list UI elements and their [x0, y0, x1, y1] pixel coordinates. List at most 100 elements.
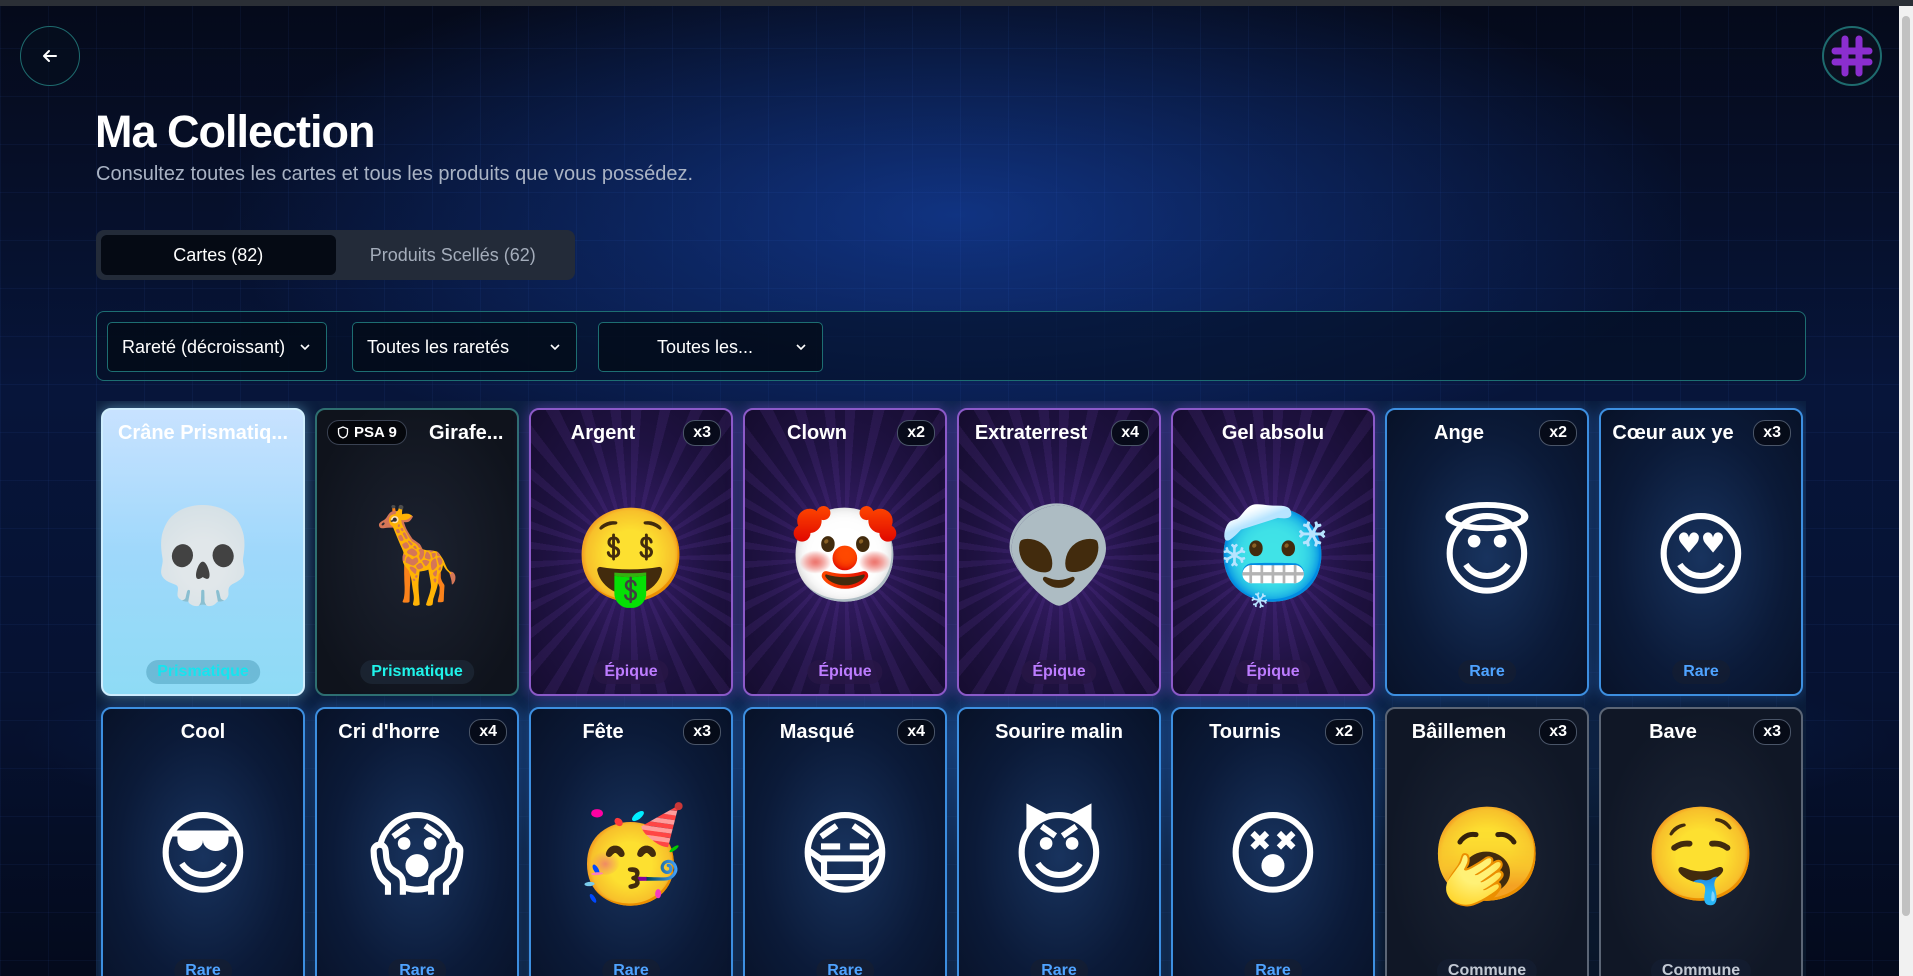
card-name: Gel absolu [1221, 422, 1325, 444]
card-item[interactable]: Argent x3 🤑 Épique [529, 408, 733, 696]
card-emoji-image: 😍 [1653, 505, 1749, 607]
card-name: Girafe... [429, 422, 504, 444]
rarity-badge: Prismatique [146, 660, 260, 684]
page-subtitle: Consultez toutes les cartes et tous les … [96, 163, 694, 185]
card-emoji-image: 🤤 [1643, 804, 1759, 906]
page-scrollbar[interactable] [1899, 6, 1913, 976]
card-item[interactable]: Gel absolu 🥶 Épique [1171, 408, 1375, 696]
card-item[interactable]: Ange x2 😇 Rare [1385, 408, 1589, 696]
card-quantity-badge: x3 [683, 420, 721, 446]
card-emoji-image: 😎 [155, 804, 251, 906]
card-emoji-image: 👽 [1001, 505, 1117, 607]
chevron-down-icon [796, 344, 806, 351]
card-emoji-image: 🥱 [1429, 804, 1545, 906]
card-quantity-badge: x2 [1325, 719, 1363, 745]
card-quantity-badge: x2 [897, 420, 935, 446]
card-quantity-badge: x3 [1539, 719, 1577, 745]
card-emoji-image: 😵 [1225, 804, 1321, 906]
card-name: Tournis [1209, 721, 1281, 743]
card-emoji-image: 😱 [369, 804, 465, 906]
psa-grade-label: PSA 9 [354, 424, 397, 441]
card-emoji-image: 😈 [1011, 804, 1107, 906]
card-emoji-image: 💀 [145, 505, 261, 607]
card-name: Cœur aux ye [1612, 422, 1734, 444]
rarity-select[interactable]: Toutes les raretés [352, 322, 577, 372]
page-title: Ma Collection [95, 106, 376, 157]
sort-select-value: Rareté (décroissant) [122, 336, 286, 357]
arrow-left-icon [43, 50, 57, 62]
scrollbar-thumb[interactable] [1902, 16, 1910, 916]
card-emoji-image: 🥶 [1215, 505, 1331, 607]
rarity-badge: Rare [1458, 660, 1516, 684]
chevron-down-icon [300, 344, 310, 351]
card-quantity-badge: x3 [683, 719, 721, 745]
card-name: Extraterrest [974, 422, 1088, 444]
card-quantity-badge: x4 [897, 719, 935, 745]
cards-grid: Crâne Prismatiq... 💀 Prismatique PSA 9 Giraf… [96, 401, 1806, 976]
card-name: Crâne Prismatiq... [117, 422, 289, 444]
rarity-badge: Épique [1235, 660, 1311, 684]
rarity-badge: Rare [1030, 959, 1088, 976]
card-item[interactable]: Cool 😎 Rare [101, 707, 305, 976]
rarity-badge: Prismatique [360, 660, 474, 684]
card-item[interactable]: Cri d'horre x4 😱 Rare [315, 707, 519, 976]
card-name: Sourire malin [995, 721, 1123, 743]
card-name: Fête [582, 721, 624, 743]
rarity-badge: Rare [602, 959, 660, 976]
card-name: Bâillemen [1411, 721, 1507, 743]
category-select-value: Toutes les... [657, 336, 754, 357]
rarity-badge: Commune [1436, 959, 1538, 976]
card-emoji-image: 😇 [1439, 505, 1535, 607]
card-quantity-badge: x3 [1753, 719, 1791, 745]
card-item[interactable]: PSA 9 Girafe... 🦒 Prismatique [315, 408, 519, 696]
card-emoji-image: 🤡 [787, 505, 903, 607]
card-item[interactable]: Sourire malin 😈 Rare [957, 707, 1161, 976]
rarity-badge: Épique [593, 660, 669, 684]
card-quantity-badge: x3 [1753, 420, 1791, 446]
tab-cards[interactable]: Cartes (82) [101, 235, 336, 275]
rarity-badge: Rare [388, 959, 446, 976]
rarity-badge: Rare [816, 959, 874, 976]
tab-sealed-products[interactable]: Produits Scellés (62) [336, 235, 571, 275]
logo-icon [1830, 34, 1874, 78]
card-item[interactable]: Tournis x2 😵 Rare [1171, 707, 1375, 976]
card-item[interactable]: Crâne Prismatiq... 💀 Prismatique [101, 408, 305, 696]
card-name: Bave [1649, 721, 1697, 743]
card-name: Masqué [779, 721, 855, 743]
card-emoji-image: 😷 [797, 804, 893, 906]
card-item[interactable]: Bave x3 🤤 Commune [1599, 707, 1803, 976]
card-emoji-image: 🤑 [573, 505, 689, 607]
card-item[interactable]: Fête x3 🥳 Rare [529, 707, 733, 976]
filters-bar: Rareté (décroissant) Toutes les raretés … [96, 311, 1806, 381]
card-quantity-badge: x4 [469, 719, 507, 745]
card-quantity-badge: x4 [1111, 420, 1149, 446]
rarity-badge: Rare [1672, 660, 1730, 684]
rarity-badge: Épique [807, 660, 883, 684]
category-select[interactable]: Toutes les... [598, 322, 823, 372]
rarity-badge: Épique [1021, 660, 1097, 684]
card-item[interactable]: Bâillemen x3 🥱 Commune [1385, 707, 1589, 976]
rarity-select-value: Toutes les raretés [367, 336, 510, 357]
user-avatar[interactable] [1822, 26, 1882, 86]
sort-select[interactable]: Rareté (décroissant) [107, 322, 327, 372]
card-item[interactable]: Extraterrest x4 👽 Épique [957, 408, 1161, 696]
collection-tabs: Cartes (82) Produits Scellés (62) [96, 230, 575, 280]
browser-top-edge [0, 0, 1913, 6]
card-name: Ange [1434, 422, 1484, 444]
card-item[interactable]: Masqué x4 😷 Rare [743, 707, 947, 976]
chevron-down-icon [550, 344, 560, 351]
card-item[interactable]: Cœur aux ye x3 😍 Rare [1599, 408, 1803, 696]
rarity-badge: Rare [174, 959, 232, 976]
card-emoji-image: 🦒 [359, 505, 475, 607]
card-name: Clown [787, 422, 847, 444]
card-emoji-image: 🥳 [573, 804, 689, 906]
card-item[interactable]: Clown x2 🤡 Épique [743, 408, 947, 696]
psa-grade-badge: PSA 9 [327, 420, 407, 445]
card-name: Cool [180, 721, 226, 743]
card-quantity-badge: x2 [1539, 420, 1577, 446]
rarity-badge: Commune [1650, 959, 1752, 976]
shield-icon [337, 426, 349, 439]
card-name: Cri d'horre [338, 721, 440, 743]
card-name: Argent [570, 422, 636, 444]
back-button[interactable] [20, 26, 80, 86]
